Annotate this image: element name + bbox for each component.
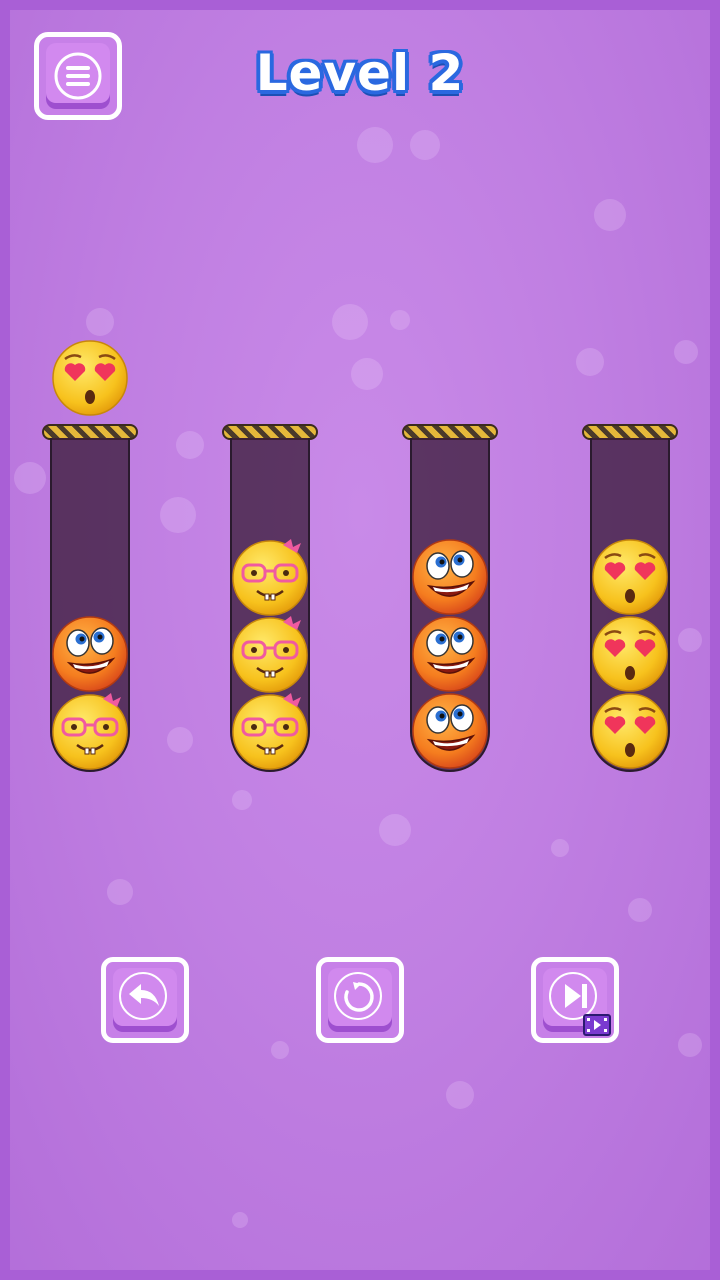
ball-nerd (51, 693, 129, 771)
undo-button-face (113, 968, 177, 1032)
skip-icon (565, 984, 587, 1008)
heart-eyes-emoji-icon (592, 693, 668, 769)
ball-heart-eyes (591, 538, 669, 616)
ball-heart-eyes (591, 692, 669, 770)
restart-button-face (328, 968, 392, 1032)
laughing-emoji-icon (412, 693, 488, 769)
heart-eyes-emoji-icon (52, 340, 128, 416)
nerd-emoji-icon (232, 693, 308, 770)
undo-button[interactable] (101, 957, 189, 1043)
skip-level-button[interactable] (531, 957, 619, 1043)
laughing-emoji-icon (412, 616, 488, 692)
ball-nerd (231, 539, 309, 617)
restart-icon (344, 982, 374, 1012)
undo-arrow-icon (129, 984, 159, 1006)
ball-heart-eyes (591, 615, 669, 693)
heart-eyes-emoji-icon (592, 616, 668, 692)
level-title: Level 2 (255, 44, 465, 102)
nerd-emoji-icon (232, 539, 308, 616)
heart-eyes-emoji-icon (592, 539, 668, 615)
ball-laughing (51, 615, 129, 693)
nerd-emoji-icon (52, 693, 128, 770)
held-ball-heart-eyes (51, 339, 129, 417)
ball-nerd (231, 693, 309, 771)
restart-button[interactable] (316, 957, 404, 1043)
laughing-emoji-icon (52, 616, 128, 692)
skip-level-button-face (543, 968, 611, 1036)
nerd-emoji-icon (232, 616, 308, 693)
laughing-emoji-icon (412, 539, 488, 615)
ball-laughing (411, 538, 489, 616)
ball-laughing (411, 615, 489, 693)
ball-laughing (411, 692, 489, 770)
ball-nerd (231, 616, 309, 694)
video-ad-icon (583, 1014, 611, 1036)
